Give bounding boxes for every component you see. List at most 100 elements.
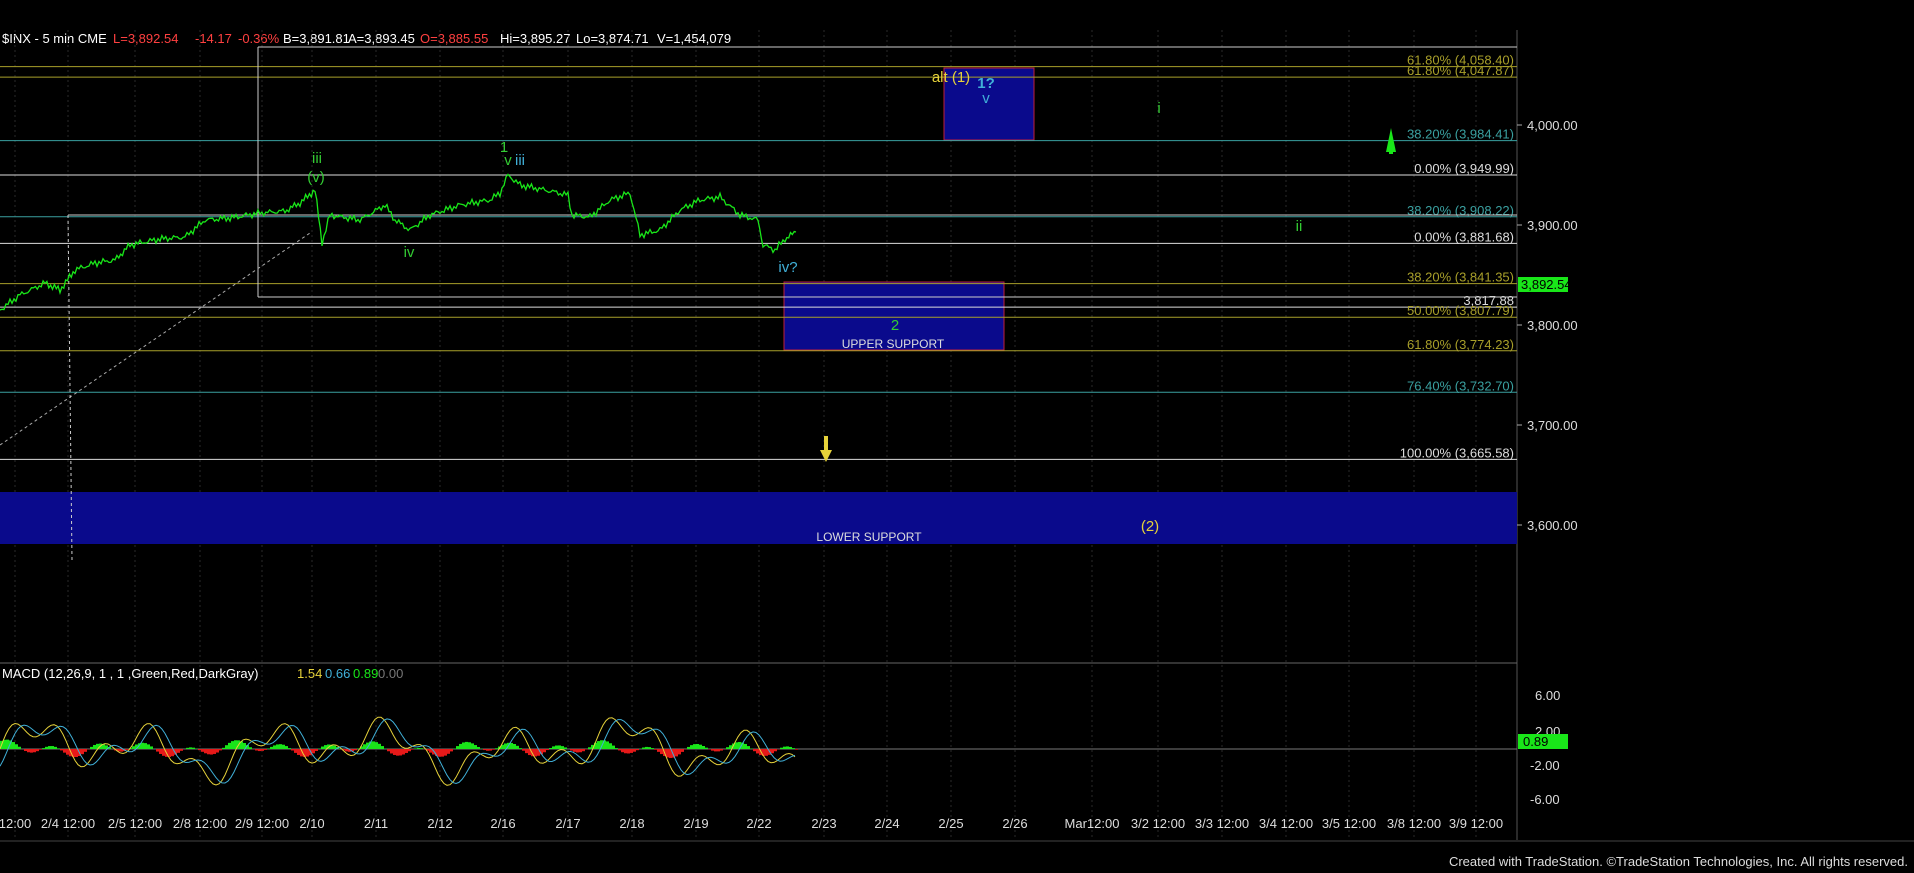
macd-bar [285, 746, 288, 749]
price-series-line [0, 173, 797, 311]
time-tick-0: 12:00 [0, 816, 31, 831]
grid-layer [14, 30, 1477, 840]
macd-bar [624, 749, 627, 754]
macd-bar [306, 749, 309, 757]
time-tick-22: 3/8 12:00 [1387, 816, 1441, 831]
macd-bar [612, 745, 615, 749]
macd-bar [564, 747, 567, 749]
macd-bar [570, 749, 573, 751]
macd-bar [552, 746, 555, 749]
volume: V=1,454,079 [657, 31, 731, 46]
macd-bar [372, 741, 375, 749]
macd-bar [477, 746, 480, 749]
wave-label-7: 2 [891, 317, 899, 334]
macd-bar [189, 747, 192, 749]
macd-bar [42, 748, 45, 749]
open-price: O=3,885.55 [420, 31, 488, 46]
macd-bar [210, 749, 213, 755]
last-price: L=3,892.54 [113, 31, 178, 46]
macd-bar [522, 749, 525, 751]
macd-bar [579, 749, 582, 753]
footer-credit: Created with TradeStation. ©TradeStation… [1449, 854, 1908, 869]
macd-bar [267, 748, 270, 749]
macd-bar [558, 745, 561, 749]
time-tick-14: 2/24 [874, 816, 899, 831]
macd-bar [534, 749, 537, 757]
macd-bar [747, 746, 750, 749]
macd-bar [381, 746, 384, 749]
time-tick-1: 2/4 12:00 [41, 816, 95, 831]
chart-window: $INX - 5 min CME L=3,892.54 -14.17 -0.36… [0, 0, 1914, 873]
time-tick-21: 3/5 12:00 [1322, 816, 1376, 831]
macd-bar [717, 749, 720, 752]
macd-bar [468, 742, 471, 749]
macd-bar [363, 744, 366, 749]
price-chart[interactable]: $INX - 5 min CME L=3,892.54 -14.17 -0.36… [0, 0, 1914, 873]
macd-bar [573, 749, 576, 752]
trend-lines [0, 46, 1517, 561]
macd-bar [447, 749, 450, 754]
macd-bar [420, 748, 423, 749]
wave-label-13: (2) [1141, 518, 1159, 535]
macd-value-3: 0.89 [353, 666, 378, 681]
macd-bar [36, 749, 39, 752]
macd-bar [312, 749, 315, 754]
macd-bar [462, 742, 465, 749]
macd-bar [483, 749, 486, 751]
time-tick-4: 2/9 12:00 [235, 816, 289, 831]
price-tick-0: 4,000.00 [1527, 118, 1578, 133]
macd-bar [630, 749, 633, 753]
macd-bar [687, 746, 690, 749]
fib-label-5: 0.00% (3,881.68) [1414, 229, 1514, 244]
macd-bar [51, 746, 54, 749]
time-tick-15: 2/25 [938, 816, 963, 831]
macd-bar [192, 747, 195, 749]
macd-bar [57, 748, 60, 749]
macd-bar [720, 749, 723, 751]
macd-bar [54, 746, 57, 749]
macd-bar [516, 745, 519, 749]
fib-label-10: 76.40% (3,732.70) [1407, 378, 1514, 393]
macd-bar [780, 747, 783, 749]
time-tick-16: 2/26 [1002, 816, 1027, 831]
macd-bar [690, 745, 693, 749]
macd-value-1: 1.54 [297, 666, 322, 681]
macd-bar [657, 749, 660, 752]
price-axis: 4,000.00 3,900.00 3,800.00 3,700.00 3,600.00 [1517, 118, 1578, 533]
macd-bar [654, 749, 657, 750]
macd-bar [489, 749, 492, 751]
symbol-label: $INX - 5 min CME [2, 31, 107, 46]
macd-bar [27, 749, 30, 753]
macd-bar [735, 742, 738, 749]
macd-bar [693, 744, 696, 749]
macd-tick-neg2: -2.00 [1530, 758, 1560, 773]
wave-label-8: alt (1) [932, 69, 970, 86]
wave-label-5: iii [515, 152, 525, 169]
time-tick-3: 2/8 12:00 [173, 816, 227, 831]
macd-bar [270, 746, 273, 749]
macd-bar [714, 749, 717, 752]
macd-bar [411, 749, 414, 750]
macd-bar [294, 749, 297, 753]
macd-bar [774, 749, 777, 752]
macd-bar [201, 749, 204, 752]
macd-bar [744, 743, 747, 749]
macd-bar [207, 749, 210, 755]
macd-bar [30, 749, 33, 753]
time-tick-20: 3/4 12:00 [1259, 816, 1313, 831]
macd-bar [543, 749, 546, 753]
macd-bar [582, 749, 585, 752]
macd-bar [276, 744, 279, 749]
time-tick-10: 2/18 [619, 816, 644, 831]
macd-bar [702, 746, 705, 749]
macd-bar [390, 749, 393, 754]
macd-bar [642, 747, 645, 749]
macd-tick-6: 6.00 [1535, 688, 1560, 703]
macd-bar [147, 744, 150, 749]
macd-bar [597, 741, 600, 749]
macd-bar [786, 746, 789, 749]
price-tick-2: 3,800.00 [1527, 318, 1578, 333]
macd-bar [333, 745, 336, 749]
macd-bar [297, 749, 300, 755]
macd-tick-neg6: -6.00 [1530, 792, 1560, 807]
